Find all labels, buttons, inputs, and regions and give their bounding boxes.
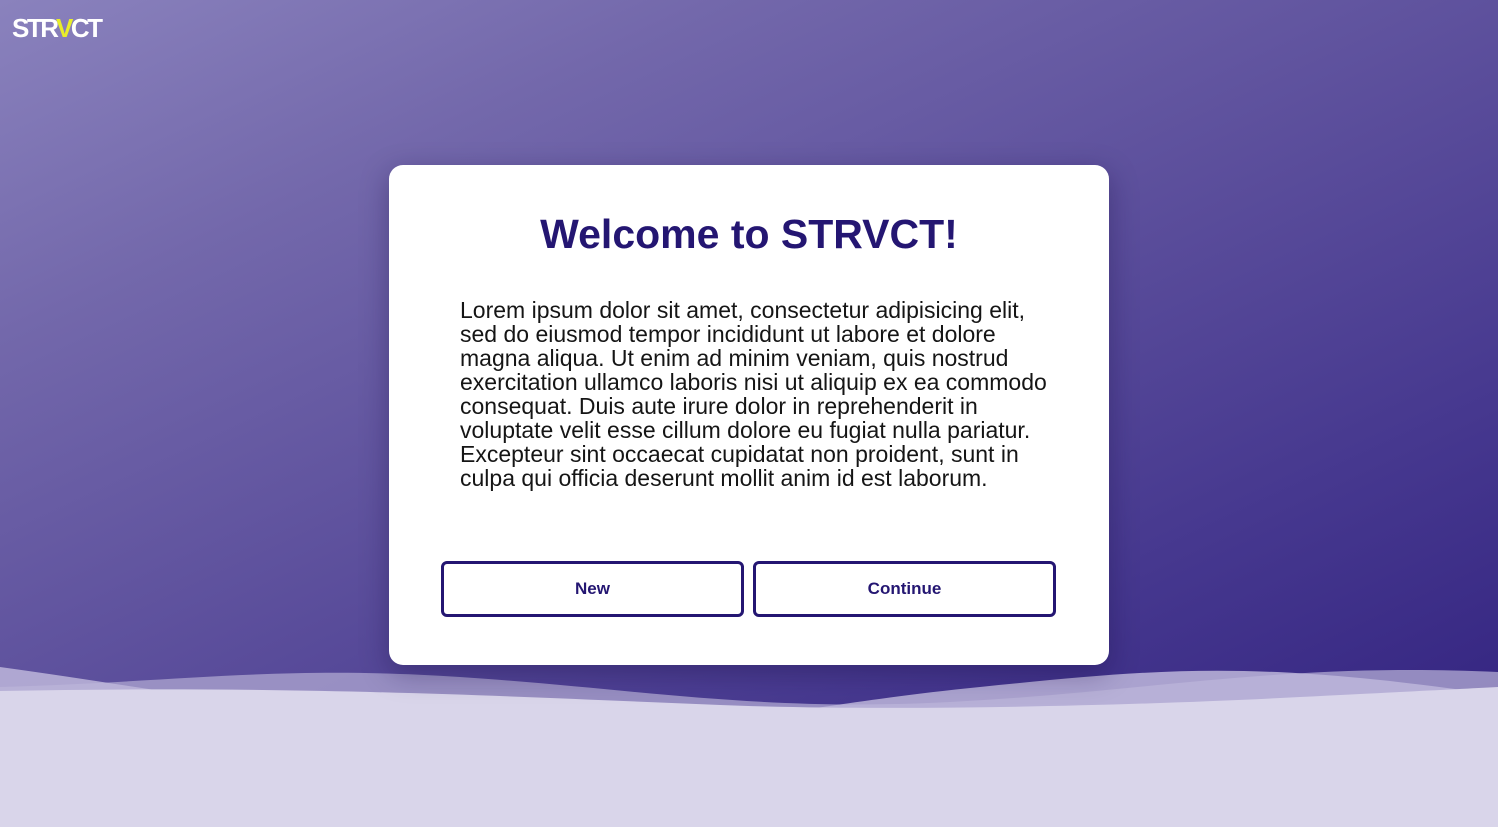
new-button[interactable]: New — [441, 561, 744, 617]
dialog-body-text: Lorem ipsum dolor sit amet, consectetur … — [460, 297, 1047, 491]
wave-front — [0, 687, 1498, 827]
dialog-title: Welcome to STRVCT! — [540, 211, 958, 257]
strvct-logo: STRVCT — [12, 13, 103, 43]
logo-suffix: CT — [70, 13, 103, 43]
welcome-screen: STRVCT Welcome to STRVCT! Lorem ipsum do… — [0, 0, 1498, 827]
logo-prefix: STR — [12, 13, 59, 43]
decorative-waves — [0, 667, 1498, 827]
logo-accent-letter: V — [56, 13, 73, 43]
welcome-dialog: Welcome to STRVCT! Lorem ipsum dolor sit… — [389, 165, 1109, 665]
continue-button[interactable]: Continue — [753, 561, 1056, 617]
